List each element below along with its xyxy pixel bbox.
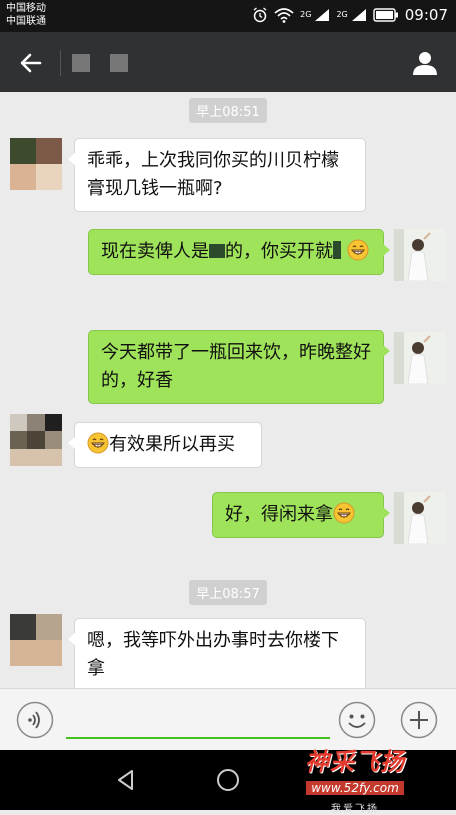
clock: 09:07 <box>404 6 448 24</box>
message-input[interactable] <box>66 705 330 739</box>
battery-icon <box>373 8 399 22</box>
message-text: 的，你买开就 <box>225 241 333 262</box>
message-bubble[interactable]: 嗯，我等吓外出办事时去你楼下拿 <box>68 618 366 688</box>
message-text: 今天都带了一瓶回来饮，昨晚整好的，好香 <box>101 342 371 391</box>
back-arrow-icon[interactable] <box>16 48 46 78</box>
grin-emoji-icon <box>333 502 355 524</box>
message-bubble[interactable]: 有效果所以再买 <box>68 422 262 468</box>
message-bubble[interactable]: 现在卖俾人是 的，你买开就 <box>88 229 390 275</box>
status-bar: 中国移动 中国联通 2G 2G 09:07 <box>0 0 456 32</box>
alarm-icon <box>252 7 268 23</box>
contact-avatar[interactable] <box>10 614 62 666</box>
my-avatar[interactable] <box>394 229 446 281</box>
signal-icon <box>314 8 330 22</box>
chat-title-pixelated <box>72 54 90 72</box>
nav-back-icon[interactable] <box>112 766 140 794</box>
watermark-url: www.52fy.com <box>306 781 404 795</box>
chat-area[interactable]: 早上08:51 乖乖，上次我同你买的川贝柠檬膏现几钱一瓶啊? 现在卖俾人是 的，你… <box>0 92 456 688</box>
contact-avatar[interactable] <box>10 414 62 466</box>
network-type-2: 2G <box>336 10 348 19</box>
grin-emoji-icon <box>87 432 109 454</box>
status-icons: 2G 2G 09:07 <box>252 6 448 24</box>
message-bubble[interactable]: 今天都带了一瓶回来饮，昨晚整好的，好香 <box>88 330 390 404</box>
wifi-icon <box>274 7 294 23</box>
message-bubble[interactable]: 乖乖，上次我同你买的川贝柠檬膏现几钱一瓶啊? <box>68 138 366 212</box>
chat-header <box>0 32 456 92</box>
message-text: 乖乖，上次我同你买的川贝柠檬膏现几钱一瓶啊? <box>87 150 339 199</box>
grin-emoji-icon <box>347 239 369 261</box>
my-avatar[interactable] <box>394 332 446 384</box>
message-text: 好，得闲来拿 <box>225 504 333 525</box>
voice-icon[interactable] <box>16 701 54 739</box>
watermark-logo: 神采飞扬 www.52fy.com 我爱飞扬 <box>300 742 410 815</box>
smiley-icon[interactable] <box>338 701 376 739</box>
plus-icon[interactable] <box>400 701 438 739</box>
carrier-secondary: 中国联通 <box>6 16 46 27</box>
timestamp: 早上08:57 <box>0 580 456 605</box>
pixelated-redaction <box>209 244 225 258</box>
carrier-primary: 中国移动 <box>6 3 46 14</box>
network-type-1: 2G <box>300 10 312 19</box>
contact-avatar[interactable] <box>10 138 62 190</box>
person-icon[interactable] <box>410 48 440 78</box>
message-bubble[interactable]: 好，得闲来拿 <box>212 492 390 538</box>
message-text: 有效果所以再买 <box>109 434 235 455</box>
message-text: 现在卖俾人是 <box>101 241 209 262</box>
signal-icon <box>351 8 367 22</box>
chat-title-pixelated <box>110 54 128 72</box>
timestamp: 早上08:51 <box>0 98 456 123</box>
header-divider <box>60 50 61 76</box>
watermark-subtitle: 我爱飞扬 <box>331 804 379 815</box>
my-avatar[interactable] <box>394 492 446 544</box>
watermark-title: 神采飞扬 <box>305 748 405 776</box>
nav-home-icon[interactable] <box>214 766 242 794</box>
message-text: 嗯，我等吓外出办事时去你楼下拿 <box>87 630 339 679</box>
pixelated-redaction <box>333 241 341 259</box>
